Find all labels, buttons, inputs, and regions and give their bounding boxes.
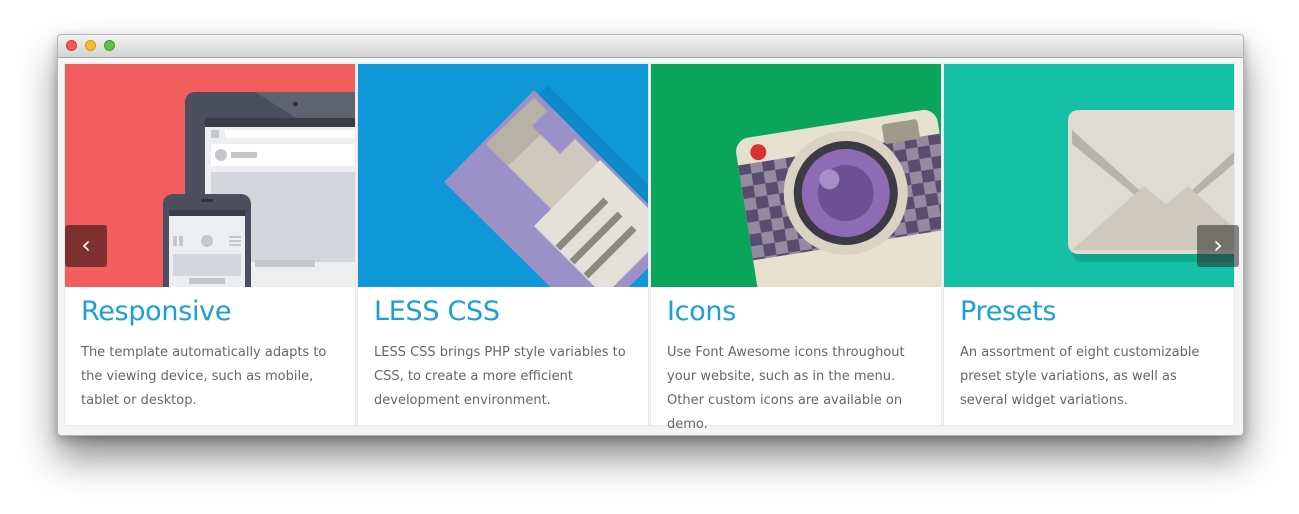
- zoom-window-button[interactable]: [104, 40, 115, 51]
- browser-window: Responsive The template automatically ad…: [57, 34, 1244, 436]
- carousel-next-button[interactable]: ›: [1197, 225, 1239, 267]
- feature-card-less-css: LESS CSS LESS CSS brings PHP style varia…: [357, 63, 649, 426]
- camera-icon: [651, 64, 941, 287]
- feature-card-responsive: Responsive The template automatically ad…: [64, 63, 356, 426]
- card-description: Use Font Awesome icons throughout your w…: [667, 345, 905, 432]
- card-title: LESS CSS: [374, 296, 500, 327]
- card-title: Presets: [960, 296, 1057, 327]
- envelope-icon: [944, 64, 1234, 287]
- window-titlebar: [58, 35, 1243, 58]
- card-title: Icons: [667, 296, 737, 327]
- card-description: The template automatically adapts to the…: [81, 345, 327, 408]
- minimize-window-button[interactable]: [85, 40, 96, 51]
- card-description: LESS CSS brings PHP style variables to C…: [374, 345, 626, 408]
- feature-carousel: Responsive The template automatically ad…: [64, 63, 1239, 432]
- card-title: Responsive: [81, 296, 232, 327]
- devices-icon: [65, 64, 355, 287]
- card-description: An assortment of eight customizable pres…: [960, 345, 1200, 408]
- floppy-disk-icon: [358, 64, 648, 287]
- close-window-button[interactable]: [66, 40, 77, 51]
- feature-card-presets: Presets An assortment of eight customiza…: [943, 63, 1235, 426]
- feature-card-icons: Icons Use Font Awesome icons throughout …: [650, 63, 942, 432]
- carousel-prev-button[interactable]: ‹: [65, 225, 107, 267]
